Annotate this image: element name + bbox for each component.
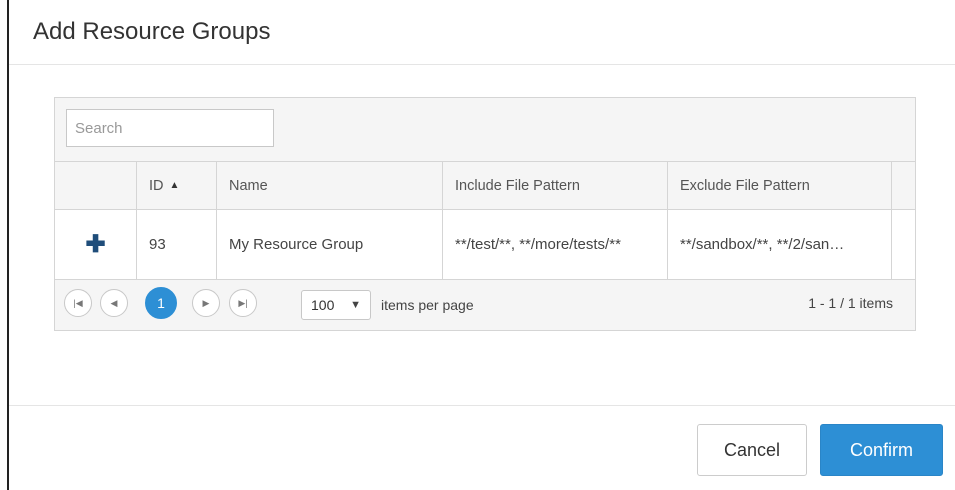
pager: |◀ ◀ 1 ▶ ▶| 100 ▼ items per page 1 - 1 /…	[55, 280, 915, 330]
row-exclude-pattern: **/sandbox/**, **/2/san…	[668, 210, 892, 279]
dialog-header: Add Resource Groups	[9, 0, 955, 65]
next-page-button[interactable]: ▶	[192, 289, 220, 317]
plus-icon[interactable]: ✚	[85, 232, 105, 257]
page-button-current[interactable]: 1	[145, 287, 177, 319]
column-header-include-pattern[interactable]: Include File Pattern	[443, 162, 668, 209]
page-size-select[interactable]: 100 ▼	[301, 290, 371, 320]
first-page-icon: |◀	[73, 297, 83, 308]
sort-ascending-icon: ▲	[169, 180, 180, 191]
row-id: 93	[137, 210, 217, 279]
add-resource-groups-dialog: Add Resource Groups ID ▲ Name Include Fi…	[0, 0, 955, 490]
column-header-name[interactable]: Name	[217, 162, 443, 209]
first-page-button[interactable]: |◀	[64, 289, 92, 317]
previous-page-button[interactable]: ◀	[100, 289, 128, 317]
column-header-id[interactable]: ID ▲	[137, 162, 217, 209]
pager-summary: 1 - 1 / 1 items	[808, 295, 893, 311]
dialog-title: Add Resource Groups	[33, 18, 271, 45]
column-header-id-label: ID	[149, 177, 164, 194]
column-header-spacer	[892, 162, 915, 209]
grid-toolbar	[55, 98, 915, 162]
window-edge	[7, 0, 9, 490]
footer-divider	[9, 405, 955, 406]
column-header-action	[55, 162, 137, 209]
previous-page-icon: ◀	[110, 297, 118, 308]
table-header: ID ▲ Name Include File Pattern Exclude F…	[55, 162, 915, 210]
row-spacer	[892, 210, 915, 279]
table-row: ✚ 93 My Resource Group **/test/**, **/mo…	[55, 210, 915, 280]
row-name: My Resource Group	[217, 210, 443, 279]
items-per-page-label: items per page	[381, 297, 474, 313]
add-row-cell: ✚	[55, 210, 137, 279]
column-header-exclude-pattern[interactable]: Exclude File Pattern	[668, 162, 892, 209]
next-page-icon: ▶	[202, 297, 210, 308]
last-page-icon: ▶|	[238, 297, 248, 308]
search-input[interactable]	[66, 109, 274, 147]
row-include-pattern: **/test/**, **/more/tests/**	[443, 210, 668, 279]
page-size-value: 100	[311, 297, 335, 313]
dropdown-arrow-icon: ▼	[350, 299, 361, 311]
cancel-button[interactable]: Cancel	[697, 424, 807, 476]
resource-group-grid: ID ▲ Name Include File Pattern Exclude F…	[54, 97, 916, 331]
last-page-button[interactable]: ▶|	[229, 289, 257, 317]
confirm-button[interactable]: Confirm	[820, 424, 943, 476]
row-exclude-pattern-text: **/sandbox/**, **/2/san…	[680, 236, 845, 253]
